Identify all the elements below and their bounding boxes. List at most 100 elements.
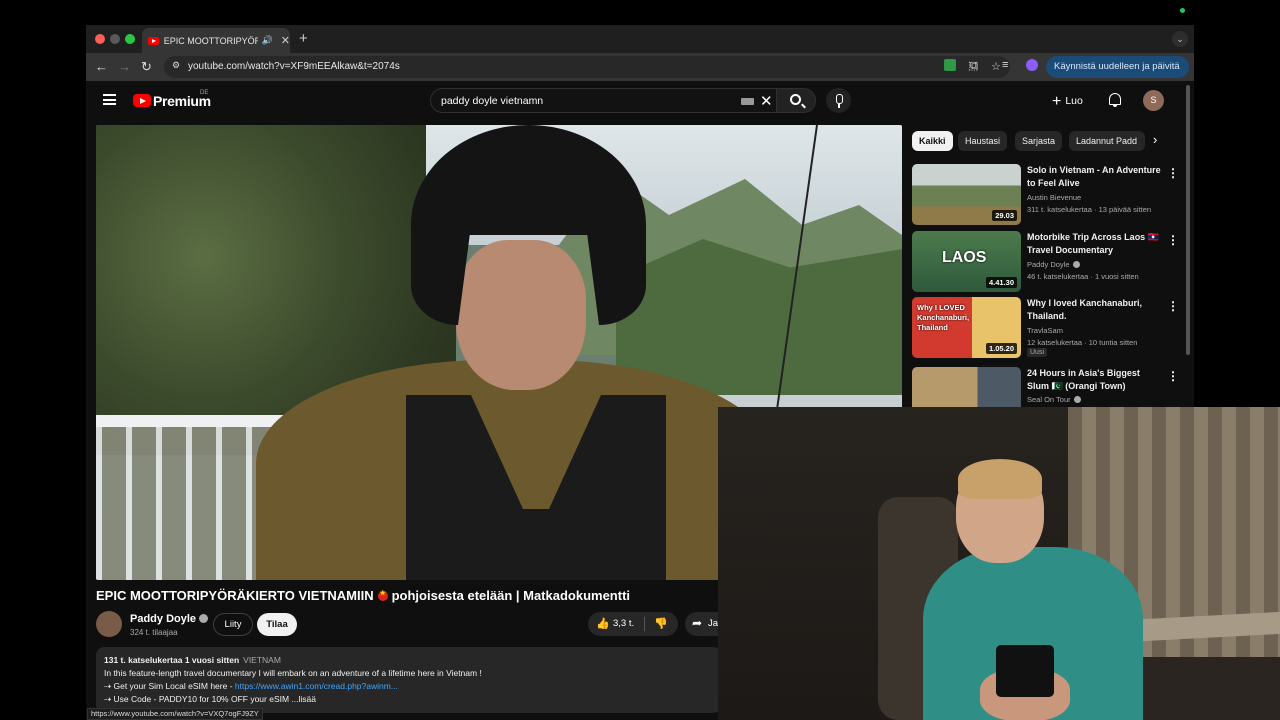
tab-strip: EPIC MOOTTORIPYÖRÄK 🔊 ✕ + ⌄ — [86, 25, 1194, 53]
view-count: 131 t. katselukertaa — [104, 655, 183, 665]
description-box[interactable]: 131 t. katselukertaa 1 vuosi sitten VIETN… — [96, 647, 721, 713]
search-query: paddy doyle vietnamn — [441, 95, 544, 107]
search-button[interactable] — [776, 88, 816, 113]
webcam-phone — [996, 645, 1054, 697]
recommendation-title[interactable]: Why I loved Kanchanaburi, Thailand. — [1027, 297, 1162, 323]
youtube-header: Premium DE paddy doyle vietnamn ✕ + Luo S — [86, 81, 1194, 121]
recommendation-meta: 311 t. katselukertaa · 13 päivää sitten — [1027, 205, 1152, 214]
recommendation-channel[interactable]: Seal On Tour — [1027, 395, 1081, 404]
description-meta: 131 t. katselukertaa 1 vuosi sitten VIETN… — [104, 654, 713, 667]
channel-label: Paddy Doyle — [1027, 260, 1070, 269]
upload-date: 1 vuosi sitten — [184, 655, 240, 665]
clear-search-icon[interactable]: ✕ — [760, 92, 773, 110]
chevron-right-icon[interactable]: › — [1153, 132, 1157, 147]
thumbnail-text: LAOS — [942, 249, 987, 266]
like-icon[interactable]: 👍 — [596, 617, 610, 630]
like-count[interactable]: 3,3 t. — [613, 618, 634, 629]
site-info-icon[interactable]: ⚙ — [172, 60, 180, 71]
maximize-window-button[interactable] — [125, 34, 135, 44]
like-dislike-group: 👍 3,3 t. 👎 — [588, 612, 678, 636]
url-text: youtube.com/watch?v=XF9mEEAlkaw&t=2074s — [188, 61, 400, 72]
recommendation-channel[interactable]: Austin Bievenue — [1027, 193, 1081, 202]
video-thumbnail[interactable]: 29.03 — [912, 164, 1021, 225]
create-button[interactable]: + Luo — [1052, 93, 1083, 111]
back-icon[interactable]: ← — [95, 59, 108, 74]
avatar[interactable]: S — [1143, 90, 1164, 111]
divider — [644, 617, 645, 631]
video-thumbnail[interactable]: LAOS 4.41.30 — [912, 231, 1021, 292]
hashtag[interactable]: VIETNAM — [243, 655, 281, 665]
recommendation-item[interactable]: Why I LOVED Kanchanaburi, Thailand 1.05.… — [912, 297, 1182, 359]
recommendation-channel[interactable]: TravlaSam — [1027, 326, 1063, 335]
vietnam-flag-icon — [377, 589, 388, 601]
close-icon[interactable]: ✕ — [281, 34, 290, 47]
media-control-icon[interactable]: ≡ — [1002, 59, 1008, 71]
address-bar[interactable]: ⚙ youtube.com/watch?v=XF9mEEAlkaw&t=2074… — [164, 56, 1010, 78]
verified-icon — [199, 614, 209, 623]
video-frame-face — [456, 240, 586, 390]
dislike-icon[interactable]: 👎 — [654, 617, 668, 630]
more-vert-icon[interactable]: ⋮ — [1167, 166, 1179, 180]
share-icon: ➦ — [692, 616, 703, 630]
video-thumbnail[interactable]: Why I LOVED Kanchanaburi, Thailand 1.05.… — [912, 297, 1021, 358]
forward-icon[interactable]: → — [118, 59, 131, 74]
webcam-person-hair — [958, 459, 1042, 499]
search-input[interactable]: paddy doyle vietnamn ✕ — [430, 88, 776, 113]
recommendation-item[interactable]: 29.03 Solo in Vietnam - An Adventure to … — [912, 164, 1182, 226]
recommendation-meta: 12 katselukertaa · 10 tuntia sitten — [1027, 338, 1138, 347]
coupon-text: Use Code - PADDY10 for 10% OFF your eSIM — [113, 694, 290, 704]
chip-from-search[interactable]: Haustasi — [958, 131, 1008, 151]
more-vert-icon[interactable]: ⋮ — [1167, 233, 1179, 247]
plus-icon[interactable]: + — [299, 30, 308, 47]
recommendation-title[interactable]: Solo in Vietnam - An Adventure to Feel A… — [1027, 164, 1162, 190]
camera-indicator — [1180, 8, 1185, 13]
channel-name-row[interactable]: Paddy Doyle — [130, 613, 209, 625]
keyboard-icon[interactable] — [741, 98, 754, 105]
channel-label: Seal On Tour — [1027, 395, 1071, 404]
tab-search-button[interactable]: ⌄ — [1172, 31, 1188, 47]
channel-avatar[interactable] — [96, 611, 122, 637]
subscribe-button[interactable]: Tilaa — [257, 613, 297, 636]
show-more-link[interactable]: ...lisää — [291, 694, 316, 704]
video-thumbnail[interactable] — [912, 367, 1021, 407]
sidebar-scrollbar[interactable] — [1186, 85, 1190, 355]
minimize-window-button[interactable] — [110, 34, 120, 44]
youtube-logo-icon[interactable] — [133, 94, 151, 107]
chip-all[interactable]: Kaikki — [912, 131, 953, 151]
recommendation-item[interactable]: LAOS 4.41.30 Motorbike Trip Across Laos … — [912, 231, 1182, 293]
video-title-part1: EPIC MOOTTORIPYÖRÄKIERTO VIETNAMIIN — [96, 588, 374, 603]
recommendation-title[interactable]: Motorbike Trip Across Laos 🇱🇦 Travel Doc… — [1027, 231, 1162, 257]
puzzle-icon[interactable]: ⬚ — [968, 59, 978, 72]
join-button[interactable]: Liity — [213, 613, 253, 636]
chip-uploaded-by[interactable]: Ladannut Padd — [1069, 131, 1145, 151]
relaunch-update-button[interactable]: Käynnistä uudelleen ja päivitä ⋮ — [1046, 56, 1189, 94]
video-title: EPIC MOOTTORIPYÖRÄKIERTO VIETNAMIIN pohjo… — [96, 588, 630, 603]
more-vert-icon[interactable]: ⋮ — [1167, 299, 1179, 313]
reload-icon[interactable]: ↻ — [141, 59, 152, 75]
star-icon[interactable]: ☆ — [991, 60, 1001, 73]
extension-icon[interactable] — [944, 59, 956, 71]
affiliate-link[interactable]: https://www.awin1.com/cread.php?awinm... — [235, 681, 398, 691]
duration-badge: 29.03 — [992, 210, 1017, 221]
status-bar-url: https://www.youtube.com/watch?v=VXQ7ogFJ… — [87, 708, 263, 720]
tab-youtube[interactable]: EPIC MOOTTORIPYÖRÄK 🔊 ✕ — [142, 28, 290, 53]
duration-badge: 4.41.30 — [985, 277, 1017, 288]
recommendation-title[interactable]: 24 Hours in Asia's Biggest Slum 🇵🇰 (Oran… — [1027, 367, 1162, 393]
more-vert-icon[interactable]: ⋮ — [1167, 369, 1179, 383]
bell-icon[interactable] — [1109, 93, 1121, 107]
menu-icon[interactable] — [103, 94, 116, 105]
tab-title: EPIC MOOTTORIPYÖRÄK — [163, 35, 258, 46]
profile-avatar[interactable] — [1026, 59, 1038, 71]
close-window-button[interactable] — [95, 34, 105, 44]
thumbnail-text: Why I LOVED Kanchanaburi, Thailand — [917, 303, 970, 332]
speaker-icon[interactable]: 🔊 — [262, 35, 273, 46]
recommendation-item[interactable]: 24 Hours in Asia's Biggest Slum 🇵🇰 (Oran… — [912, 367, 1182, 407]
channel-name: Paddy Doyle — [130, 613, 197, 625]
chip-series[interactable]: Sarjasta — [1015, 131, 1063, 151]
subscriber-count: 324 t. tilaajaa — [130, 628, 178, 637]
verified-icon — [1072, 261, 1080, 268]
recommendation-channel[interactable]: Paddy Doyle — [1027, 260, 1080, 269]
duration-badge: 1.05.20 — [985, 343, 1017, 354]
create-label: Luo — [1065, 95, 1083, 107]
mic-icon[interactable] — [826, 88, 851, 113]
